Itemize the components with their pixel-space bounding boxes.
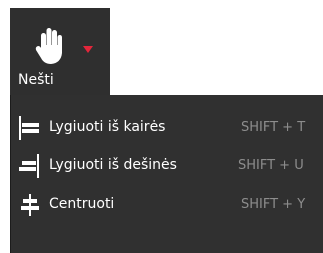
align-right-icon [19, 154, 39, 178]
menu-item-label: Lygiuoti iš dešinės [49, 157, 177, 173]
hand-icon [35, 28, 62, 64]
align-left-icon [19, 116, 39, 140]
menu-item-align-left[interactable]: Lygiuoti iš kairės SHIFT + T [11, 108, 323, 148]
tool-label: Nešti [18, 72, 54, 88]
dropdown-caret-icon[interactable] [83, 46, 93, 53]
menu-item-shortcut: SHIFT + Y [241, 197, 306, 212]
align-dropdown-menu: Lygiuoti iš kairės SHIFT + T Lygiuoti iš… [10, 95, 323, 253]
align-center-icon [21, 194, 39, 216]
menu-item-align-right[interactable]: Lygiuoti iš dešinės SHIFT + U [11, 146, 323, 186]
move-tool-button[interactable]: Nešti [10, 8, 110, 95]
menu-item-label: Lygiuoti iš kairės [49, 119, 166, 135]
menu-item-center[interactable]: Centruoti SHIFT + Y [11, 185, 323, 225]
menu-item-shortcut: SHIFT + T [241, 120, 306, 135]
menu-item-shortcut: SHIFT + U [238, 158, 304, 173]
menu-item-label: Centruoti [49, 196, 115, 212]
